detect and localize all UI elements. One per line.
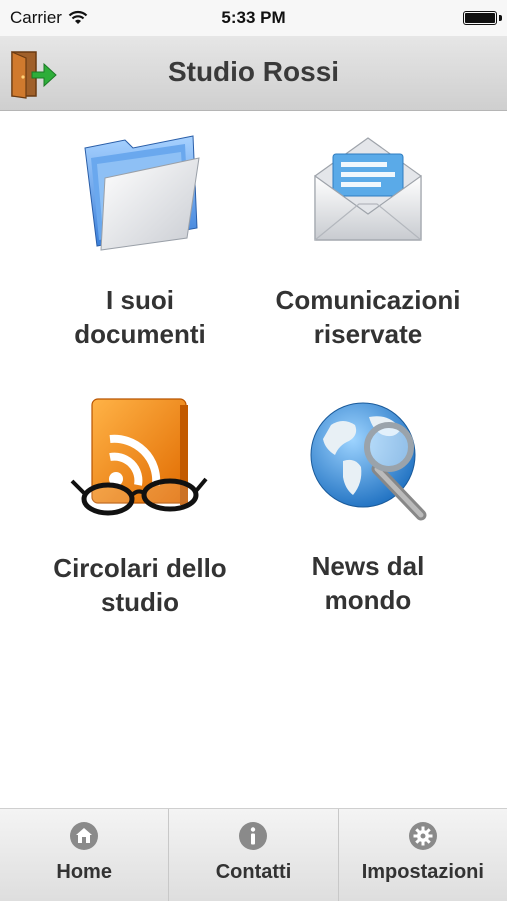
battery-tip <box>499 15 502 21</box>
tile-documents-label: I suoi documenti <box>74 285 206 349</box>
status-time: 5:33 PM <box>221 8 286 27</box>
tab-settings-label: Impostazioni <box>361 861 484 883</box>
home-icon <box>70 822 99 850</box>
tile-communications[interactable]: Comunicazioni riservate <box>248 128 488 351</box>
battery-icon <box>463 11 497 25</box>
tile-documents[interactable]: I suoi documenti <box>20 128 260 351</box>
tile-world-news[interactable]: News dal mondo <box>248 395 488 617</box>
tab-contacts[interactable]: Contatti <box>169 809 339 901</box>
globe-search-icon <box>310 402 427 521</box>
tab-contacts-label: Contatti <box>215 861 292 883</box>
rss-glasses-icon <box>70 398 208 516</box>
tile-world-news-label: News dal mondo <box>311 551 425 615</box>
gear-icon <box>408 822 437 850</box>
tile-communications-label: Comunicazioni riservate <box>275 285 461 349</box>
envelope-icon <box>314 137 422 241</box>
tab-settings[interactable]: Impostazioni <box>339 809 507 901</box>
info-icon <box>239 822 268 850</box>
status-bar: Carrier 5:33 PM <box>0 0 507 36</box>
tab-home-label: Home <box>56 861 112 883</box>
page-title: Studio Rossi <box>167 56 340 87</box>
tab-home[interactable]: Home <box>0 809 170 901</box>
navigation-bar: Studio Rossi <box>0 36 507 111</box>
tile-circulars[interactable]: Circolari dello studio <box>20 395 260 619</box>
tab-bar: Home Contatti Impostazioni <box>0 808 507 901</box>
folder-icon <box>84 135 200 251</box>
tile-circulars-label: Circolari dello studio <box>53 553 227 617</box>
